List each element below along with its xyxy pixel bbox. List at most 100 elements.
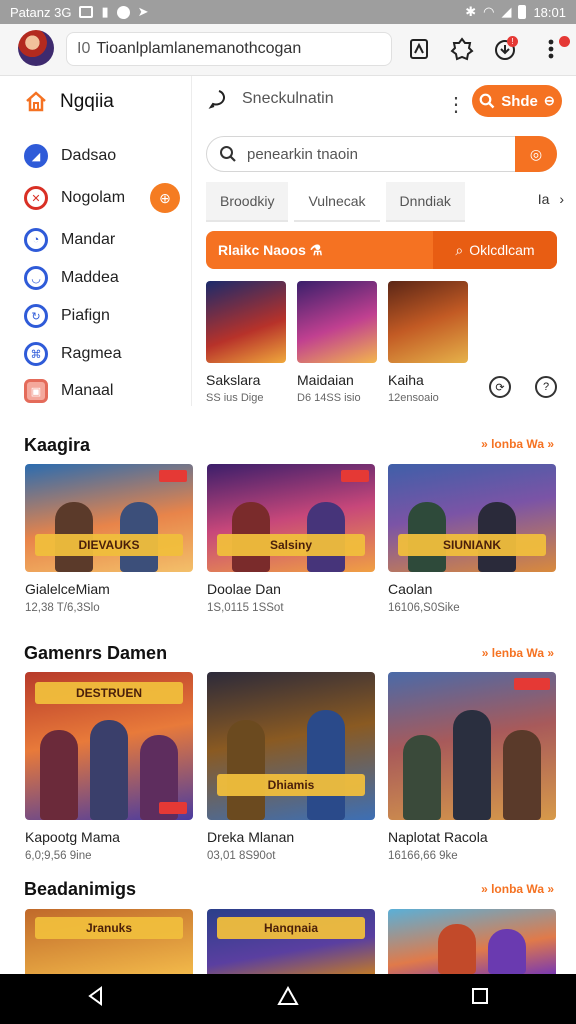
tab-more[interactable]: Ia › [538,191,564,207]
system-nav-bar [0,974,576,1024]
see-all-link[interactable]: » lenba Wa » [482,646,554,660]
game-card[interactable]: Naplotat Racola 16166,66 9ke [388,672,556,862]
tabs-icon[interactable] [406,36,432,62]
search-bar[interactable]: penearkin tnaoin ◎ [206,136,557,172]
gamepad-icon: ⌘ [24,342,48,366]
game-cover: DIEVAUKS [25,464,193,572]
game-cover [388,672,556,820]
cover-logo: Hanqnaia [217,917,365,939]
mini-card-0[interactable]: Sakslara SS ius Dige [206,281,286,404]
sidebar: Ngqiia ◢ Dadsao ✕ Nogolam ⊕ ◔ Mandar ◡ M… [0,76,192,406]
card-sub: 16106,S0Sike [388,602,460,614]
panel-title: Sneckulnatin [242,90,334,107]
panel-menu-icon[interactable]: ⋮ [446,92,466,117]
refresh-icon[interactable]: ⟳ [489,376,511,398]
sidebar-item-6[interactable]: ▣ Manaal [24,379,113,403]
sidebar-item-2[interactable]: ◔ Mandar [24,228,115,252]
game-card[interactable] [388,909,556,974]
wifi-icon: ◠ [483,4,495,19]
character-art [403,735,441,820]
tag-badge [159,470,187,482]
game-card[interactable]: Salsiny Doolae Dan 1S,0115 1SSot [207,464,375,614]
game-card[interactable]: DESTRUEN Kapootg Mama 6,0;9,56 9ine [25,672,193,862]
mini-card-2[interactable]: Kaiha 12ensoaio [388,281,468,404]
cover-logo: Jranuks [35,917,183,939]
recents-icon[interactable] [460,987,500,1011]
character-art [40,730,78,820]
refresh-icon: ↻ [24,304,48,328]
bluetooth-icon: ✱ [465,4,477,19]
cover-logo: Salsiny [217,534,365,556]
card-sub: 03,01 8S90ot [207,850,276,862]
search-input[interactable]: penearkin tnaoin [247,146,358,163]
card-title: Naplotat Racola [388,829,488,845]
chat-icon: ◔ [24,228,48,252]
game-card[interactable]: Dhiamis Dreka Mlanan 03,01 8S90ot [207,672,375,862]
send-icon: ➤ [137,4,149,19]
game-thumbnail [206,281,286,363]
signal-icon: ◢ [501,4,512,19]
promo-banner[interactable]: Rlaikc Naoos ⚗ ⌕ Oklcdlcam [206,231,557,269]
share-button[interactable]: Shde ⊖ [472,85,562,117]
home-button-icon[interactable] [268,985,308,1012]
card-title: GialelceMiam [25,581,110,597]
tab-0[interactable]: Broodkiy [206,182,289,222]
coin-icon: ⊖ [543,93,555,108]
game-card[interactable]: SIUNIANK Caolan 16106,S0Sike [388,464,556,614]
cover-logo: DESTRUEN [35,682,183,704]
game-card[interactable]: Jranuks [25,909,193,974]
sidebar-item-label: Dadsao [61,147,117,164]
game-cover [388,909,556,974]
card-sub: 6,0;9,56 9ine [25,850,92,862]
avatar[interactable] [18,30,54,66]
card-title: Caolan [388,581,433,597]
sd-icon: ▮ [101,4,109,19]
game-card[interactable]: Hanqnaia [207,909,375,974]
info-icon[interactable]: ? [535,376,557,398]
store-icon: ▣ [24,379,48,403]
card-sub: 16166,66 9ke [388,850,458,862]
app-bar: I0 Tioanlplamlanemanothcogan ! [0,24,576,76]
sidebar-item-5[interactable]: ⌘ Ragmea [24,342,121,366]
mini-card-sub: D6 14SS isio [297,392,361,404]
see-all-link[interactable]: » lonba Wa » [481,437,554,451]
sidebar-badge-icon[interactable]: ⊕ [150,183,180,213]
downloads-icon[interactable]: ! [492,36,518,62]
sidebar-item-3[interactable]: ◡ Maddea [24,266,119,290]
back-icon[interactable] [76,986,116,1012]
menu-icon[interactable] [538,36,570,62]
clock: 18:01 [533,4,566,20]
section-title: Kaagira [24,435,91,455]
tab-2[interactable]: Dnndiak [385,182,465,222]
character-art [453,710,491,820]
game-card[interactable]: DIEVAUKS GialelceMiam 12,38 T/6,3Slo [25,464,193,614]
sidebar-item-4[interactable]: ↻ Piafign [24,304,110,328]
promo-button-label: Oklcdlcam [469,242,535,258]
character-art [227,720,265,820]
sidebar-home[interactable]: Ngqiia [24,90,114,114]
cover-logo: SIUNIANK [398,534,546,556]
see-all-link[interactable]: » lonba Wa » [481,882,554,896]
sidebar-item-1[interactable]: ✕ Nogolam [24,186,125,210]
mini-card-sub: SS ius Dige [206,392,264,404]
character-art [307,710,345,820]
extensions-icon[interactable] [449,36,475,62]
target-icon: ✕ [24,186,48,210]
sidebar-item-label: Nogolam [61,189,126,206]
search-submit-button[interactable]: ◎ [515,136,557,172]
section-title: Beadanimigs [24,879,137,899]
search-icon [219,145,237,168]
tab-1[interactable]: Vulnecak [294,182,380,222]
card-sub: 1S,0115 1SSot [207,602,284,614]
game-cover: Hanqnaia [207,909,375,974]
sidebar-item-label: Piafign [61,307,110,324]
mini-card-1[interactable]: Maidaian D6 14SS isio [297,281,377,404]
sidebar-item-0[interactable]: ◢ Dadsao [24,144,116,168]
mini-card-title: Kaiha [388,372,424,388]
panel-header: Sneckulnatin [208,88,334,110]
game-cover: Salsiny [207,464,375,572]
card-title: Kapootg Mama [25,829,120,845]
url-field[interactable]: I0 Tioanlplamlanemanothcogan [66,32,392,66]
promo-button[interactable]: ⌕ Oklcdlcam [433,231,557,269]
explore-panel: Sneckulnatin ⋮ Shde ⊖ penearkin tnaoin ◎… [192,76,576,406]
